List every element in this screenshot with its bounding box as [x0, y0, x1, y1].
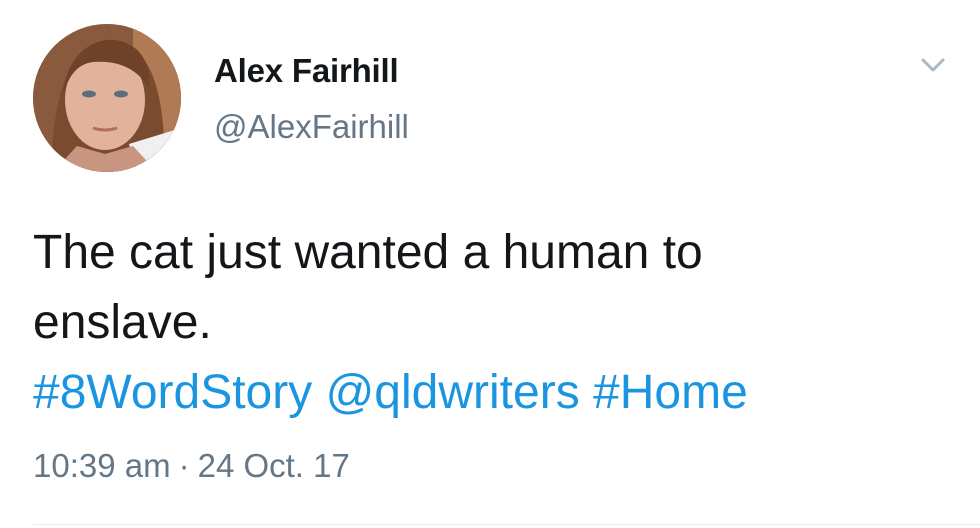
tweet-text-line: enslave. — [33, 296, 212, 349]
tweet-timestamp[interactable]: 10:39 am · 24 Oct. 17 — [33, 447, 350, 485]
avatar-photo — [33, 24, 181, 172]
tweet-time: 10:39 am — [33, 447, 171, 484]
hashtag-link[interactable]: #Home — [593, 366, 748, 419]
user-handle[interactable]: @AlexFairhill — [214, 108, 409, 146]
separator: · — [178, 447, 190, 484]
hashtag-link[interactable]: #8WordStory — [33, 366, 312, 419]
tweet-card: Alex Fairhill @AlexFairhill The cat just… — [0, 0, 980, 528]
tweet-date: 24 Oct. 17 — [197, 447, 350, 484]
divider — [33, 524, 980, 525]
mention-link[interactable]: @qldwriters — [326, 366, 580, 419]
tweet-text: The cat just wanted a human to enslave. … — [33, 218, 953, 428]
chevron-down-icon[interactable] — [918, 50, 948, 80]
avatar[interactable] — [33, 24, 181, 172]
tweet-text-line: The cat just wanted a human to — [33, 226, 703, 279]
tweet-tags: #8WordStory @qldwriters #Home — [33, 358, 953, 428]
display-name[interactable]: Alex Fairhill — [214, 52, 399, 90]
